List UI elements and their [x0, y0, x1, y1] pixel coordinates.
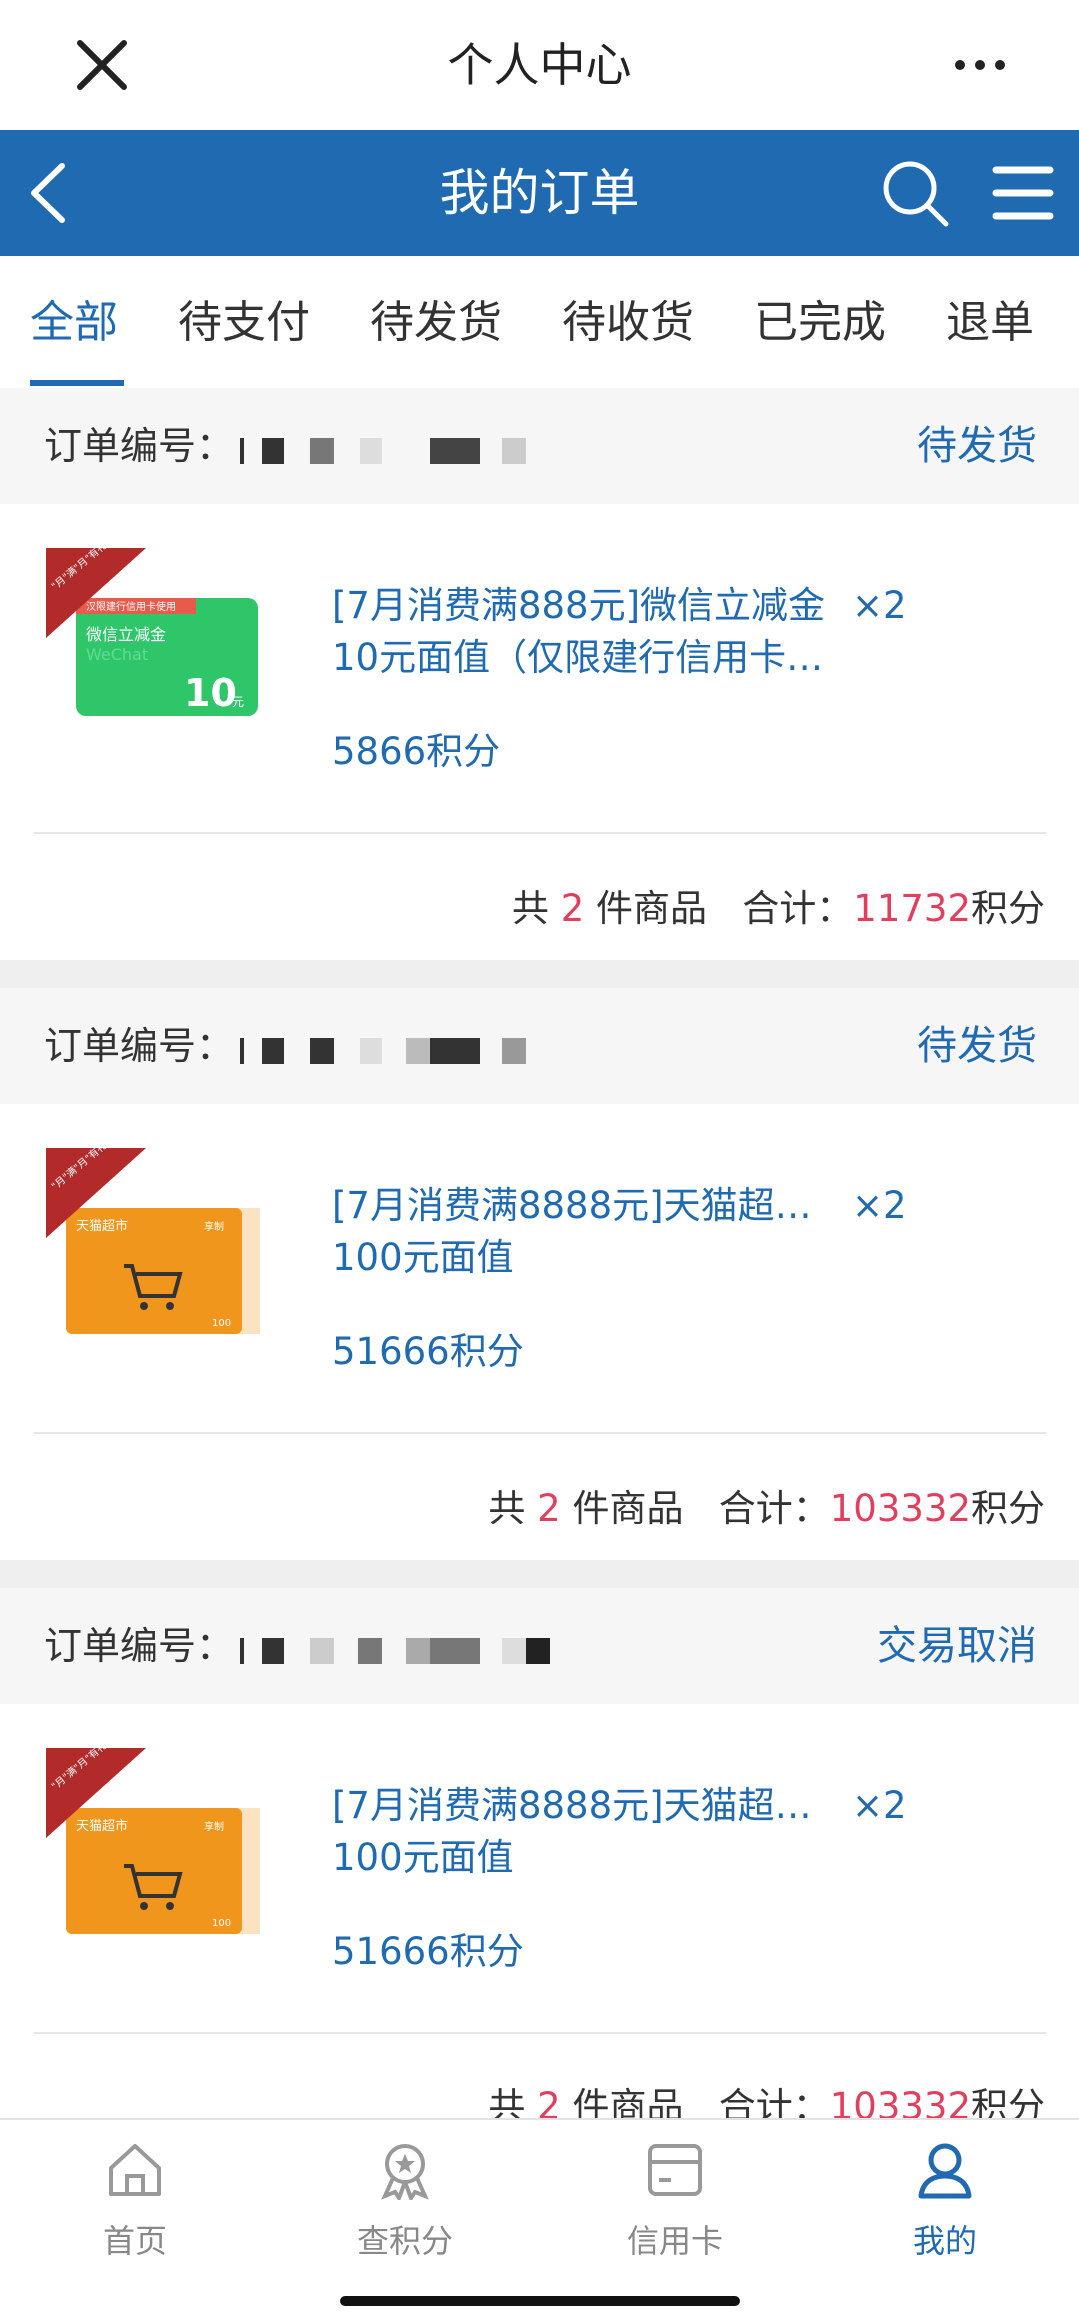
active-tab-indicator [30, 380, 124, 386]
order-header: 订单编号： 交易取消 [0, 1588, 1079, 1704]
order-number-redacted [240, 1038, 560, 1068]
product-thumbnail: 天猫超市 享制 100 "月"满"月"有礼 [46, 1748, 260, 1934]
order-status: 待发货 [917, 423, 1037, 469]
product-name-line1[interactable]: [7月消费满8888元]天猫超市卡 [332, 1780, 832, 1832]
tab-completed[interactable]: 已完成 [754, 256, 886, 390]
tab-refund[interactable]: 退单 [946, 256, 1034, 390]
item-count: 2 [560, 887, 585, 930]
tab-pending-payment[interactable]: 待支付 [178, 256, 310, 390]
product-name-line1[interactable]: [7月消费满8888元]天猫超市卡 [332, 1180, 832, 1232]
thumb-unit: 元 [232, 695, 244, 709]
thumb-banner: 汉限建行信用卡使用 [86, 600, 176, 613]
order-status: 交易取消 [877, 1623, 1037, 1669]
tab-pending-shipment[interactable]: 待发货 [370, 256, 502, 390]
thumb-tag: 享制 [204, 1220, 224, 1233]
order-summary: 共 2 件商品 合计：103332积分 [488, 1487, 1045, 1530]
header-bar: 我的订单 [0, 130, 1079, 256]
bottom-nav: 首页 查积分 信用卡 我的 [0, 2118, 1079, 2321]
thumb-label: 微信立减金 [86, 625, 166, 644]
order-total: 11732 [853, 887, 971, 930]
award-icon [381, 2144, 429, 2200]
home-indicator [340, 2296, 740, 2306]
divider [34, 832, 1046, 834]
product-name-line2[interactable]: 100元面值 [332, 1232, 832, 1284]
thumb-value: 100 [212, 1918, 231, 1929]
page-title: 个人中心 [447, 38, 632, 92]
thumb-label: 天猫超市 [76, 1818, 128, 1834]
divider [34, 1432, 1046, 1434]
order-tabs: 全部 待支付 待发货 待收货 已完成 退单 [0, 256, 1079, 390]
thumb-sub: WeChat [86, 645, 148, 664]
order-number-label: 订单编号： [44, 1624, 235, 1668]
nav-points-label: 查积分 [356, 2222, 453, 2260]
product-thumbnail: 汉限建行信用卡使用 微信立减金 WeChat 10 元 "月"满"月"有礼 [46, 548, 258, 716]
product-quantity: ×2 [852, 584, 907, 627]
thumb-value: 100 [212, 1318, 231, 1329]
product-name-line2[interactable]: 10元面值（仅限建行信用卡… [332, 632, 832, 684]
user-icon [918, 2143, 972, 2199]
thumb-value: 10 [184, 671, 237, 715]
nav-mine-label: 我的 [912, 2222, 977, 2260]
home-icon [109, 2144, 161, 2196]
order-header: 订单编号： 待发货 [0, 988, 1079, 1104]
thumb-tag: 享制 [204, 1820, 224, 1833]
product-name-line2[interactable]: 100元面值 [332, 1832, 832, 1884]
separator [0, 1560, 1079, 1588]
nav-home[interactable]: 首页 [35, 2120, 235, 2260]
order-number-redacted [240, 438, 560, 468]
product-points: 5866积分 [332, 730, 501, 773]
product-quantity: ×2 [852, 1784, 907, 1827]
tab-pending-receipt[interactable]: 待收货 [562, 256, 694, 390]
menu-icon[interactable] [992, 164, 1054, 222]
order-card[interactable]: 订单编号： 待发货 天猫超市 享制 100 "月"满"月"有礼 [7月消费满88… [0, 988, 1079, 1560]
thumb-label: 天猫超市 [76, 1218, 128, 1234]
order-status: 待发货 [917, 1023, 1037, 1069]
order-number-redacted [240, 1638, 560, 1668]
order-number-label: 订单编号： [44, 424, 235, 468]
search-icon[interactable] [880, 158, 952, 230]
order-number-label: 订单编号： [44, 1024, 235, 1068]
item-count: 2 [537, 1487, 561, 1530]
order-card[interactable]: 订单编号： 待发货 汉限建行信用卡使用 微信立减金 WeChat 10 元 "月… [0, 388, 1079, 960]
card-icon [648, 2144, 702, 2196]
nav-home-label: 首页 [102, 2222, 167, 2260]
order-total: 103332 [829, 1487, 971, 1530]
product-points: 51666积分 [332, 1330, 524, 1373]
nav-mine[interactable]: 我的 [845, 2120, 1045, 2260]
separator [0, 960, 1079, 988]
product-points: 51666积分 [332, 1930, 524, 1973]
tab-all[interactable]: 全部 [30, 256, 118, 390]
divider [34, 2032, 1046, 2034]
order-summary: 共 2 件商品 合计：11732积分 [511, 887, 1045, 930]
more-icon[interactable] [950, 50, 1010, 80]
product-quantity: ×2 [852, 1184, 907, 1227]
product-thumbnail: 天猫超市 享制 100 "月"满"月"有礼 [46, 1148, 260, 1334]
order-card[interactable]: 订单编号： 交易取消 天猫超市 享制 100 "月"满"月"有礼 [7月消费满8… [0, 1588, 1079, 2128]
nav-credit-card-label: 信用卡 [626, 2222, 723, 2260]
nav-credit-card[interactable]: 信用卡 [575, 2120, 775, 2260]
top-bar: 个人中心 [0, 0, 1079, 130]
nav-points[interactable]: 查积分 [305, 2120, 505, 2260]
order-header: 订单编号： 待发货 [0, 388, 1079, 504]
product-name-line1[interactable]: [7月消费满888元]微信立减金 [332, 580, 832, 632]
